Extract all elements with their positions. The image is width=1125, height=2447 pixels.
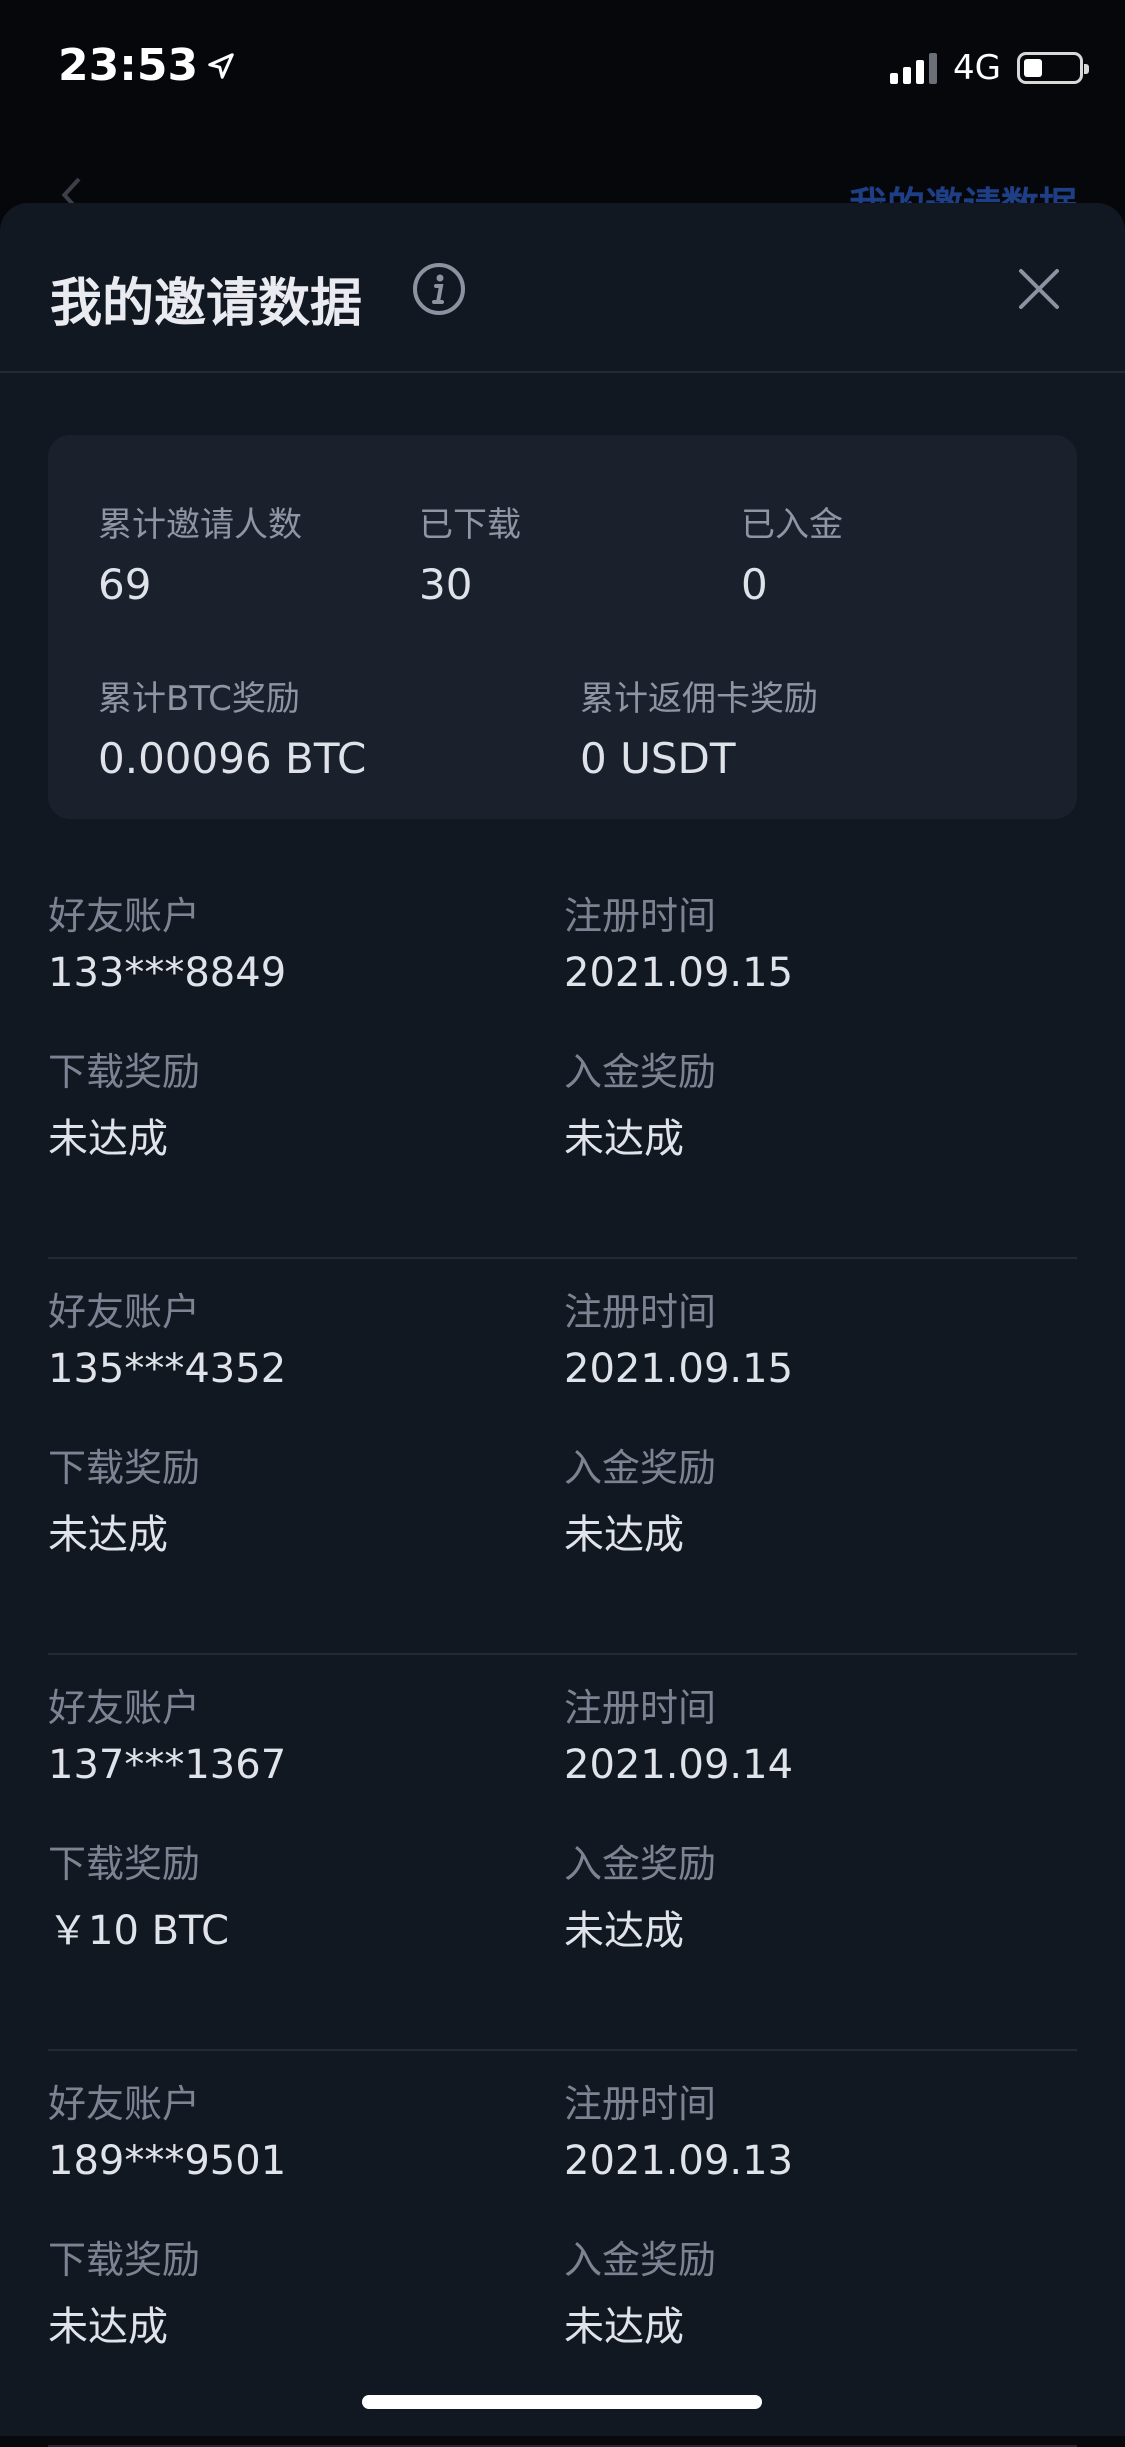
stat-downloaded-label: 已下载: [419, 505, 521, 545]
register-time-field: 注册时间 2021.09.15: [564, 885, 793, 996]
status-time-group: 23:53: [58, 40, 236, 91]
download-reward-field: 下载奖励 未达成: [48, 1041, 200, 1164]
deposit-reward-field: 入金奖励 未达成: [564, 2229, 716, 2352]
battery-icon: [1017, 52, 1089, 84]
register-time-label: 注册时间: [564, 1290, 717, 1334]
deposit-reward-value: 未达成: [564, 1908, 684, 1954]
stat-invited: 累计邀请人数 69: [98, 497, 302, 609]
stat-card-reward: 累计返佣卡奖励 0 USDT: [580, 671, 818, 783]
battery-level: [1024, 59, 1043, 77]
stat-btc-reward-value: 0.00096 BTC: [98, 734, 367, 783]
stat-btc-reward-label: 累计BTC奖励: [98, 679, 300, 719]
stat-card-reward-value: 0 USDT: [580, 734, 736, 783]
deposit-reward-label: 入金奖励: [564, 1842, 717, 1886]
account-value: 133***8849: [48, 950, 287, 996]
stat-deposited-label: 已入金: [741, 505, 843, 545]
network-type: 4G: [953, 48, 1001, 88]
deposit-reward-field: 入金奖励 未达成: [564, 1437, 716, 1560]
deposit-reward-field: 入金奖励 未达成: [564, 1041, 716, 1164]
deposit-reward-label: 入金奖励: [564, 1446, 717, 1490]
invite-data-sheet: 我的邀请数据 累计邀请人数 69 已下载 30 已入金 0 累计BTC奖励 0.…: [0, 203, 1125, 2447]
account-field: 好友账户 133***8849: [48, 885, 286, 996]
register-time-value: 2021.09.14: [564, 1742, 794, 1788]
account-value: 135***4352: [48, 1346, 287, 1392]
register-time-value: 2021.09.13: [564, 2138, 794, 2184]
referral-record: 好友账户 133***8849 注册时间 2021.09.15 下载奖励 未达成…: [48, 863, 1077, 1259]
download-reward-field: 下载奖励 未达成: [48, 1437, 200, 1560]
download-reward-value: 未达成: [48, 1116, 168, 1162]
register-time-value: 2021.09.15: [564, 1346, 794, 1392]
sheet-title: 我的邀请数据: [50, 274, 363, 334]
account-value: 137***1367: [48, 1742, 287, 1788]
location-arrow-icon: [208, 52, 234, 79]
account-field: 好友账户 189***9501: [48, 2073, 286, 2184]
referral-list: 好友账户 133***8849 注册时间 2021.09.15 下载奖励 未达成…: [48, 863, 1077, 2447]
stat-btc-reward: 累计BTC奖励 0.00096 BTC: [98, 671, 366, 783]
status-bar: 23:53 4G: [0, 0, 1125, 135]
deposit-reward-field: 入金奖励 未达成: [564, 1833, 716, 1956]
account-value: 189***9501: [48, 2138, 287, 2184]
download-reward-value: 未达成: [48, 2304, 168, 2350]
register-time-label: 注册时间: [564, 894, 717, 938]
account-field: 好友账户 135***4352: [48, 1281, 286, 1392]
register-time-field: 注册时间 2021.09.14: [564, 1677, 793, 1788]
download-reward-value: ￥10 BTC: [48, 1908, 230, 1954]
cellular-signal-icon: [890, 52, 938, 84]
referral-record: 好友账户 135***4352 注册时间 2021.09.15 下载奖励 未达成…: [48, 1259, 1077, 1655]
deposit-reward-label: 入金奖励: [564, 1050, 717, 1094]
stat-invited-value: 69: [98, 560, 152, 609]
register-time-value: 2021.09.15: [564, 950, 794, 996]
stat-card-reward-label: 累计返佣卡奖励: [580, 679, 818, 719]
close-icon[interactable]: [1015, 265, 1063, 313]
download-reward-label: 下载奖励: [48, 1446, 201, 1490]
deposit-reward-value: 未达成: [564, 2304, 684, 2350]
home-indicator[interactable]: [362, 2395, 762, 2409]
download-reward-label: 下载奖励: [48, 2238, 201, 2282]
status-time: 23:53: [58, 40, 199, 91]
info-icon[interactable]: [411, 261, 467, 317]
account-label: 好友账户: [48, 894, 201, 938]
download-reward-value: 未达成: [48, 1512, 168, 1558]
register-time-field: 注册时间 2021.09.13: [564, 2073, 793, 2184]
sheet-header: 我的邀请数据: [0, 203, 1125, 373]
deposit-reward-label: 入金奖励: [564, 2238, 717, 2282]
deposit-reward-value: 未达成: [564, 1116, 684, 1162]
stat-downloaded: 已下载 30: [419, 497, 521, 609]
status-indicators: 4G: [890, 48, 1089, 88]
download-reward-label: 下载奖励: [48, 1842, 201, 1886]
register-time-label: 注册时间: [564, 1686, 717, 1730]
stat-downloaded-value: 30: [419, 560, 473, 609]
account-label: 好友账户: [48, 1686, 201, 1730]
stat-deposited-value: 0: [741, 560, 768, 609]
download-reward-field: 下载奖励 ￥10 BTC: [48, 1833, 229, 1956]
referral-record: 好友账户 189***9501 注册时间 2021.09.13 下载奖励 未达成…: [48, 2051, 1077, 2447]
stat-invited-label: 累计邀请人数: [98, 505, 302, 545]
download-reward-label: 下载奖励: [48, 1050, 201, 1094]
stat-deposited: 已入金 0: [741, 497, 843, 609]
register-time-field: 注册时间 2021.09.15: [564, 1281, 793, 1392]
deposit-reward-value: 未达成: [564, 1512, 684, 1558]
referral-record: 好友账户 137***1367 注册时间 2021.09.14 下载奖励 ￥10…: [48, 1655, 1077, 2051]
account-label: 好友账户: [48, 2082, 201, 2126]
download-reward-field: 下载奖励 未达成: [48, 2229, 200, 2352]
account-label: 好友账户: [48, 1290, 201, 1334]
account-field: 好友账户 137***1367: [48, 1677, 286, 1788]
summary-card: 累计邀请人数 69 已下载 30 已入金 0 累计BTC奖励 0.00096 B…: [48, 435, 1077, 819]
register-time-label: 注册时间: [564, 2082, 717, 2126]
